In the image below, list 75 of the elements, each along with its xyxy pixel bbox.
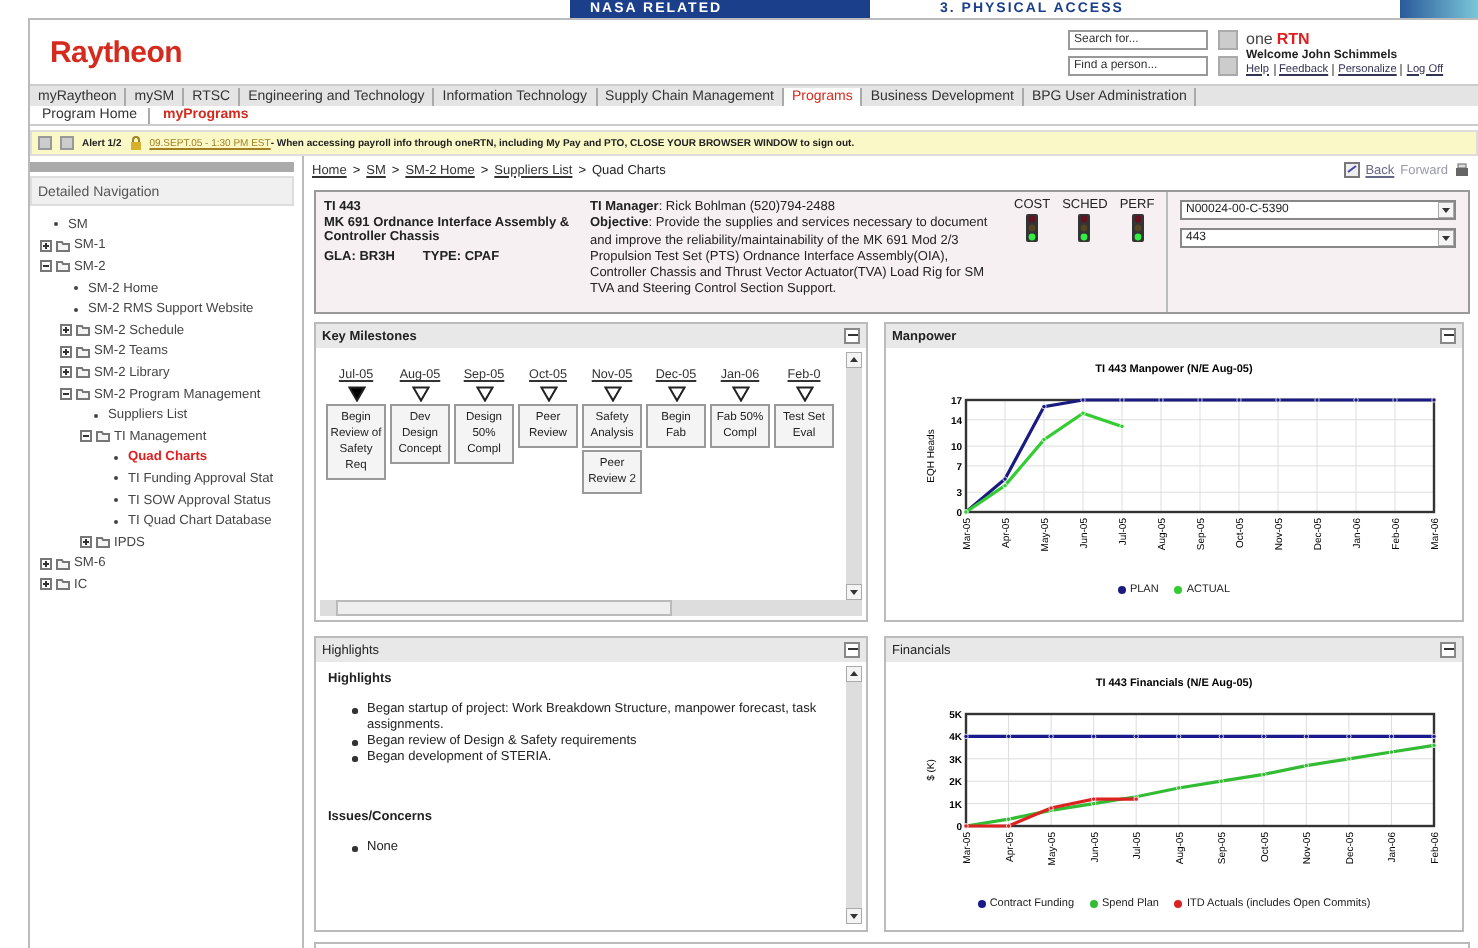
banner-graphic	[1400, 0, 1478, 18]
data-point	[1041, 404, 1047, 410]
lock-icon	[129, 136, 142, 150]
expand-icon[interactable]	[60, 366, 72, 379]
minimize-button[interactable]	[844, 328, 860, 344]
minimize-button[interactable]	[1440, 328, 1456, 344]
company-logo: Raytheon	[50, 35, 184, 69]
data-point	[1236, 397, 1242, 403]
data-point	[1388, 749, 1395, 755]
vertical-scrollbar[interactable]	[846, 352, 862, 600]
data-point	[1346, 733, 1352, 739]
data-point	[1261, 733, 1267, 739]
printer-icon[interactable]	[1454, 162, 1470, 178]
legend-dot	[977, 900, 986, 908]
collapse-icon[interactable]	[60, 388, 72, 401]
data-point	[1431, 397, 1437, 403]
horizontal-scrollbar[interactable]	[320, 600, 862, 616]
data-point	[1041, 436, 1047, 443]
data-point	[1392, 397, 1398, 403]
folder-icon	[96, 430, 110, 443]
legend-dot	[1174, 586, 1183, 594]
data-point	[1261, 771, 1267, 778]
legend-dot	[1174, 900, 1183, 908]
minimize-button[interactable]	[1440, 642, 1456, 658]
scroll-down-icon[interactable]	[1438, 202, 1454, 218]
data-point	[1431, 742, 1437, 748]
data-point	[1303, 762, 1309, 769]
bullet-icon	[352, 756, 357, 761]
data-point	[1119, 423, 1125, 429]
vertical-scrollbar[interactable]	[846, 666, 862, 924]
data-point	[1218, 778, 1224, 784]
data-point	[1005, 733, 1012, 739]
data-point	[1048, 733, 1054, 739]
folder-icon	[96, 536, 110, 549]
expand-icon[interactable]	[60, 345, 72, 358]
collapse-icon[interactable]	[40, 260, 52, 273]
data-point	[1314, 397, 1320, 403]
data-point	[1119, 397, 1125, 403]
data-point	[1080, 397, 1086, 403]
data-point	[1091, 733, 1097, 739]
data-point	[1176, 785, 1182, 791]
bullet-icon	[352, 708, 357, 713]
scroll-down-icon[interactable]	[846, 584, 862, 600]
data-point	[1431, 733, 1437, 739]
scroll-up-icon[interactable]	[846, 666, 862, 682]
expand-icon[interactable]	[40, 239, 52, 252]
scroll-down-icon[interactable]	[1438, 230, 1454, 246]
scroll-down-icon[interactable]	[846, 908, 862, 924]
legend-dot	[1090, 900, 1099, 908]
data-point	[1133, 733, 1139, 739]
data-point	[1176, 733, 1182, 739]
data-point	[1303, 733, 1309, 739]
page-icon[interactable]	[1343, 162, 1360, 178]
expand-icon[interactable]	[40, 578, 52, 591]
resize-handle[interactable]	[30, 162, 294, 172]
data-point	[1158, 397, 1164, 403]
brand-prefix: one	[1246, 29, 1273, 47]
expand-icon[interactable]	[80, 536, 92, 549]
legend-dot	[1117, 586, 1126, 594]
bullet-icon	[352, 846, 357, 851]
data-point	[963, 733, 969, 739]
scroll-up-icon[interactable]	[846, 352, 862, 368]
expand-icon[interactable]	[60, 324, 72, 337]
data-point	[1346, 756, 1352, 762]
expand-icon[interactable]	[40, 557, 52, 570]
data-point	[1388, 733, 1395, 739]
collapse-icon[interactable]	[80, 430, 92, 443]
minimize-button[interactable]	[844, 642, 860, 658]
bullet-icon	[352, 740, 357, 745]
data-point	[1218, 733, 1224, 739]
data-point	[1275, 397, 1281, 403]
data-point	[1353, 397, 1359, 403]
data-point	[1080, 410, 1086, 416]
data-point	[1197, 397, 1203, 403]
brand-name: RTN	[1276, 29, 1310, 47]
